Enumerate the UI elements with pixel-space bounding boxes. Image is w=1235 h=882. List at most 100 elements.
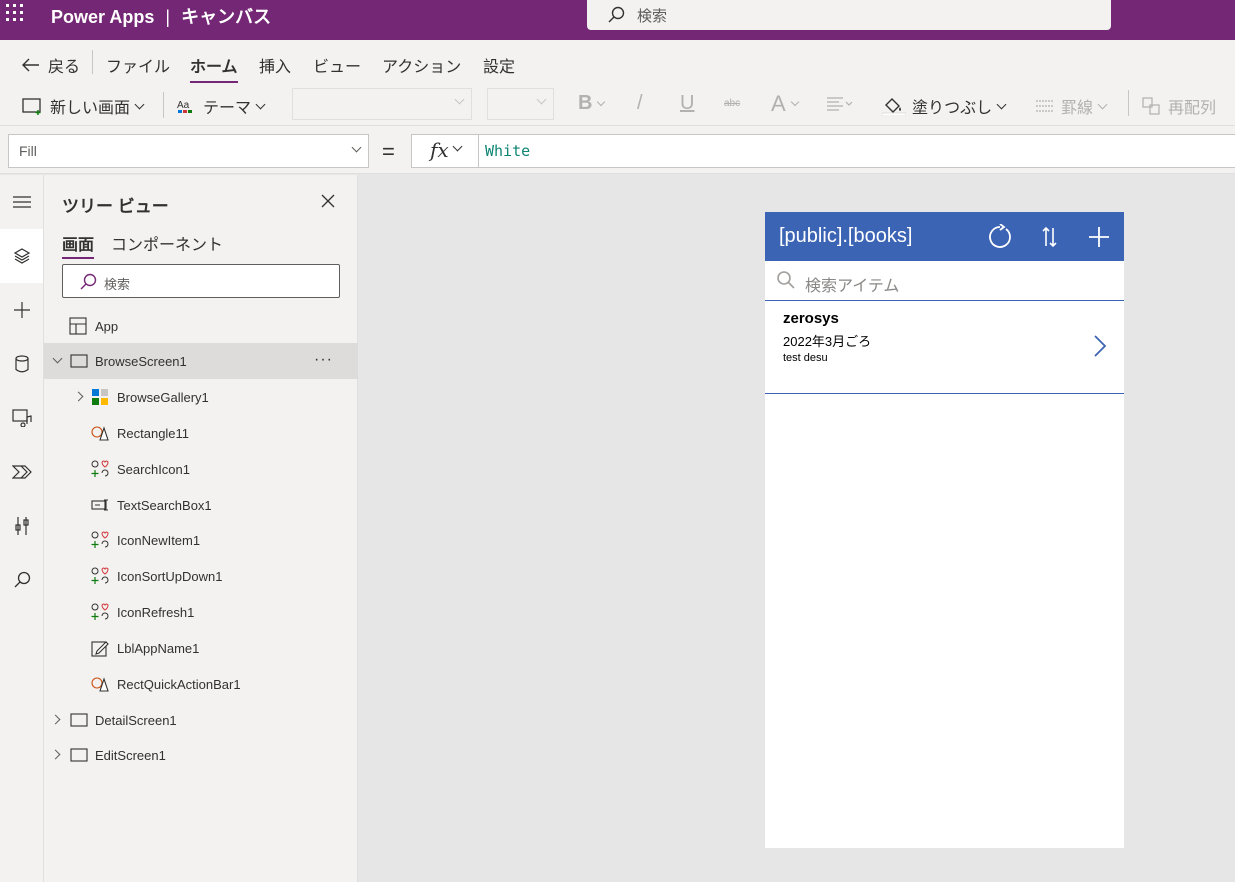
divider xyxy=(92,50,93,74)
tree-node-app[interactable]: App xyxy=(44,308,358,344)
chevron-down-icon xyxy=(1097,99,1108,109)
chevron-right-icon[interactable] xyxy=(1093,334,1107,358)
bold-button[interactable]: B xyxy=(578,92,606,115)
app-title: Power Apps | キャンバス xyxy=(51,7,272,27)
reorder-button[interactable]: 再配列 xyxy=(1142,94,1216,118)
tree-node-icon-new-item[interactable]: IconNewItem1 xyxy=(44,522,358,558)
search-icon xyxy=(80,273,97,290)
fx-icon: fx xyxy=(430,138,449,162)
icons-control-icon xyxy=(91,460,109,477)
theme-icon: Aa xyxy=(177,100,192,113)
chevron-down-icon xyxy=(452,141,463,152)
shape-icon xyxy=(91,426,109,441)
menu-view[interactable]: ビュー xyxy=(313,53,361,77)
chevron-right-icon[interactable] xyxy=(50,749,61,760)
tree-node-icon-refresh[interactable]: IconRefresh1 xyxy=(44,594,358,630)
underline-button[interactable]: U xyxy=(680,92,694,115)
paint-bucket-icon xyxy=(882,98,906,116)
new-screen-button[interactable]: 新しい画面 xyxy=(22,94,145,118)
power-automate-icon[interactable] xyxy=(0,445,43,499)
app-icon xyxy=(69,317,87,335)
font-color-button[interactable]: A xyxy=(771,91,799,117)
tree-node-detail-screen[interactable]: DetailScreen1 xyxy=(44,702,358,738)
tree-view-title: ツリー ビュー xyxy=(62,197,169,216)
menu-home[interactable]: ホーム xyxy=(190,53,238,83)
app-name-label[interactable]: [public].[books] xyxy=(779,225,912,248)
menu-insert[interactable]: 挿入 xyxy=(259,53,291,77)
tree-node-edit-screen[interactable]: EditScreen1 xyxy=(44,737,358,773)
sort-up-down-icon[interactable] xyxy=(1037,224,1063,250)
chevron-right-icon[interactable] xyxy=(50,714,61,725)
arrow-left-icon xyxy=(22,58,39,72)
tree-node-text-search-box[interactable]: TextSearchBox1 xyxy=(44,487,358,523)
app-launcher-icon[interactable] xyxy=(6,4,24,22)
tree-node-browse-screen[interactable]: BrowseScreen1 ··· xyxy=(44,343,358,379)
strikethrough-button[interactable]: abc xyxy=(724,98,740,109)
equals-sign: = xyxy=(382,139,395,164)
gallery-item[interactable]: zerosys 2022年3月ごろ test desu xyxy=(765,301,1124,394)
screen-icon xyxy=(70,713,88,727)
tree-node-search-icon[interactable]: SearchIcon1 xyxy=(44,451,358,487)
chevron-down-icon[interactable] xyxy=(52,353,63,364)
hamburger-icon[interactable] xyxy=(0,175,43,229)
screen-icon xyxy=(70,354,88,368)
property-dropdown[interactable]: Fill xyxy=(8,134,369,168)
search-icon xyxy=(777,271,795,289)
app-search-box[interactable]: 検索アイテム xyxy=(765,261,1124,301)
tree-view-panel: ツリー ビュー 画面 コンポーネント 検索 App BrowseScreen1 … xyxy=(44,175,358,882)
border-icon xyxy=(1036,100,1054,112)
search-icon xyxy=(608,6,625,23)
icons-control-icon xyxy=(91,531,109,548)
tab-screens[interactable]: 画面 xyxy=(62,231,95,259)
align-button[interactable] xyxy=(826,96,854,112)
screen-icon xyxy=(70,748,88,762)
chevron-down-icon xyxy=(255,99,266,109)
chevron-right-icon[interactable] xyxy=(73,391,84,402)
tree-node-rectangle[interactable]: Rectangle11 xyxy=(44,415,358,451)
gallery-item-title: zerosys xyxy=(783,310,839,327)
menu-file[interactable]: ファイル xyxy=(106,53,170,77)
ribbon-toolbar: 新しい画面 Aa テーマ B / U abc A 塗りつぶし 罫線 再配列 xyxy=(0,84,1235,126)
tree-node-label-app-name[interactable]: LblAppName1 xyxy=(44,630,358,666)
tree-search-input[interactable]: 検索 xyxy=(62,264,340,298)
new-screen-icon xyxy=(22,98,41,115)
tree-node-icon-sort[interactable]: IconSortUpDown1 xyxy=(44,558,358,594)
back-button[interactable]: 戻る xyxy=(22,53,80,77)
layers-icon[interactable] xyxy=(0,229,43,283)
fill-button[interactable]: 塗りつぶし xyxy=(882,94,1007,118)
app-canvas-screen[interactable]: [public].[books] 検索アイテム zerosys 2022年3月ご… xyxy=(765,212,1124,848)
italic-button[interactable]: / xyxy=(637,92,643,115)
plus-icon[interactable] xyxy=(0,283,43,337)
formula-input[interactable]: White xyxy=(478,134,1235,168)
menu-settings[interactable]: 設定 xyxy=(483,53,515,77)
icons-control-icon xyxy=(91,567,109,584)
svg-text:Aa: Aa xyxy=(177,100,190,111)
refresh-icon[interactable] xyxy=(987,224,1013,250)
more-options-icon[interactable]: ··· xyxy=(314,351,333,369)
shape-icon xyxy=(91,677,109,692)
font-family-select[interactable] xyxy=(292,88,472,120)
font-size-select[interactable] xyxy=(487,88,554,120)
reorder-icon xyxy=(1142,97,1160,115)
menu-bar: 戻る ファイル ホーム 挿入 ビュー アクション 設定 xyxy=(0,40,1235,84)
search-icon[interactable] xyxy=(0,553,43,607)
gallery-item-body: test desu xyxy=(783,352,828,364)
close-icon[interactable] xyxy=(320,193,336,209)
add-icon[interactable] xyxy=(1086,224,1112,250)
fx-button[interactable]: fx xyxy=(411,134,479,168)
tools-icon[interactable] xyxy=(0,499,43,553)
menu-action[interactable]: アクション xyxy=(382,53,461,77)
gallery-icon xyxy=(92,389,108,405)
theme-button[interactable]: Aa テーマ xyxy=(177,94,266,118)
tree-node-rect-quick-action-bar[interactable]: RectQuickActionBar1 xyxy=(44,666,358,702)
tree-node-browse-gallery[interactable]: BrowseGallery1 xyxy=(44,379,358,415)
border-button[interactable]: 罫線 xyxy=(1035,94,1108,118)
chevron-down-icon xyxy=(996,99,1007,109)
global-search-box[interactable]: 検索 xyxy=(587,0,1111,30)
left-rail xyxy=(0,175,44,882)
database-icon[interactable] xyxy=(0,337,43,391)
media-icon[interactable] xyxy=(0,391,43,445)
tab-components[interactable]: コンポーネント xyxy=(111,231,223,255)
align-icon xyxy=(827,97,853,111)
divider xyxy=(163,92,164,118)
